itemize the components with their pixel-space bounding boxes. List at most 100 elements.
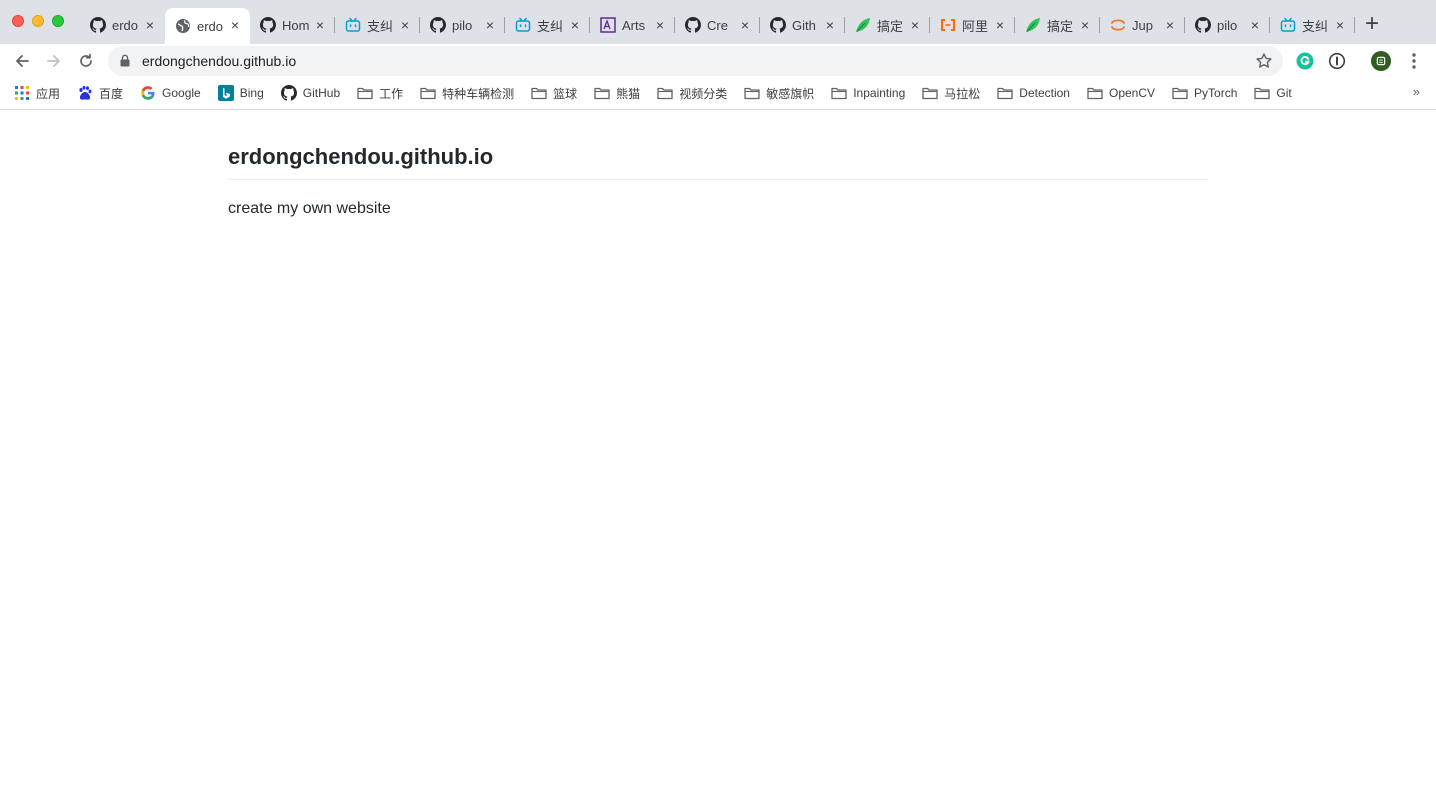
bookmark-item[interactable]: Detection (997, 85, 1070, 101)
bookmark-item[interactable]: 马拉松 (922, 85, 980, 102)
bookmark-item[interactable]: 特种车辆检测 (420, 85, 514, 102)
tab-title: 支纠 (367, 18, 394, 34)
tab-close-button[interactable]: × (398, 18, 412, 32)
zoom-window-button[interactable] (52, 15, 64, 27)
tab-title: 支纠 (537, 18, 564, 34)
tab-title: Jup (1132, 17, 1153, 33)
tab-list: erdo × erdo × Hom × 支纠 × pilo × 支纠 × Arts × Cre × Gith × 搞… (80, 8, 1355, 44)
github-icon (260, 17, 276, 33)
tab-strip: erdo × erdo × Hom × 支纠 × pilo × 支纠 × Arts × Cre × Gith × 搞… (0, 0, 1436, 44)
browser-tab[interactable]: pilo × (1185, 8, 1270, 42)
browser-tab[interactable]: 支纠 × (1270, 8, 1355, 42)
back-button[interactable] (9, 48, 35, 74)
bookmark-item[interactable]: 工作 (357, 85, 403, 102)
folder-icon (357, 85, 373, 101)
bookmark-item[interactable]: GitHub (280, 85, 341, 101)
bookmark-item[interactable]: Google (140, 85, 201, 101)
forward-button[interactable] (41, 48, 67, 74)
profile-avatar-button[interactable] (1371, 51, 1391, 71)
info-circle-icon (1328, 52, 1346, 70)
tab-title: Gith (792, 17, 816, 33)
bookmark-item[interactable]: 百度 (77, 85, 123, 102)
tab-close-button[interactable]: × (143, 18, 157, 32)
tab-close-button[interactable]: × (823, 18, 837, 32)
bookmarks-overflow-button[interactable]: » (1413, 84, 1420, 99)
bookmark-label: OpenCV (1108, 86, 1156, 100)
address-bar[interactable]: erdongchendou.github.io (108, 46, 1283, 76)
folder-icon (744, 85, 760, 101)
tab-close-button[interactable]: × (908, 18, 922, 32)
password-extension-button[interactable] (1327, 51, 1347, 71)
tab-close-button[interactable]: × (483, 18, 497, 32)
arts-icon (600, 17, 616, 33)
grammarly-extension-button[interactable] (1295, 51, 1315, 71)
avatar-icon (1371, 51, 1391, 71)
bookmark-label: Detection (1019, 86, 1070, 100)
bookmark-item[interactable]: Inpainting (831, 85, 905, 101)
bookmark-item[interactable]: 熊猫 (594, 85, 640, 102)
browser-tab[interactable]: erdo × (80, 8, 165, 42)
close-window-button[interactable] (12, 15, 24, 27)
reload-button[interactable] (73, 48, 99, 74)
tab-close-button[interactable]: × (568, 18, 582, 32)
browser-tab[interactable]: Gith × (760, 8, 845, 42)
github-icon (685, 17, 701, 33)
tab-close-button[interactable]: × (1078, 18, 1092, 32)
bookmark-label: GitHub (302, 86, 341, 100)
browser-tab[interactable]: Cre × (675, 8, 760, 42)
tab-close-button[interactable]: × (1248, 18, 1262, 32)
tab-title: 阿里 (962, 18, 989, 34)
bookmark-item[interactable]: 敏感旗帜 (744, 85, 814, 102)
github-icon (1195, 17, 1211, 33)
bilibili-icon (345, 17, 361, 33)
folder-icon (1172, 85, 1188, 101)
browser-tab[interactable]: 阿里 × (930, 8, 1015, 42)
new-tab-button[interactable]: + (1360, 12, 1384, 37)
folder-icon (1254, 85, 1271, 101)
bookmark-item[interactable]: Bing (217, 85, 264, 101)
tab-close-button[interactable]: × (313, 18, 327, 32)
google-icon (140, 85, 156, 101)
browser-tab[interactable]: 支纠 × (335, 8, 420, 42)
minimize-window-button[interactable] (32, 15, 44, 27)
leaf-icon (1025, 17, 1041, 33)
arrow-left-icon (16, 55, 29, 67)
bookmark-item[interactable]: 篮球 (531, 85, 577, 102)
tab-close-button[interactable]: × (228, 18, 242, 32)
bookmark-label: 百度 (99, 86, 124, 101)
bookmark-label: 视频分类 (679, 86, 728, 101)
bing-icon (217, 85, 234, 101)
tab-close-button[interactable]: × (993, 18, 1007, 32)
tab-close-button[interactable]: × (653, 18, 667, 32)
bookmark-label: 敏感旗帜 (766, 86, 815, 101)
bookmark-label: 特种车辆检测 (442, 86, 515, 101)
browser-tab[interactable]: Arts × (590, 8, 675, 42)
page-description: create my own website (228, 200, 391, 217)
bookmark-item[interactable]: 视频分类 (657, 85, 727, 102)
apps-grid-icon (14, 85, 30, 101)
bookmark-label: 马拉松 (944, 86, 981, 101)
tab-close-button[interactable]: × (1333, 18, 1347, 32)
browser-menu-button[interactable] (1404, 51, 1424, 71)
browser-tab[interactable]: 搞定 × (845, 8, 930, 42)
arrow-right-icon (47, 55, 60, 67)
browser-tab[interactable]: erdo × (165, 8, 250, 44)
tab-close-button[interactable]: × (1163, 18, 1177, 32)
browser-tab[interactable]: 支纠 × (505, 8, 590, 42)
bookmark-list: 应用 百度 Google Bing GitHub 工作 特种车辆检测 篮球 熊猫 视频分类 敏感旗帜… (14, 83, 1309, 103)
bookmark-label: 应用 (36, 86, 61, 101)
bookmark-item[interactable]: PyTorch (1172, 85, 1237, 101)
browser-tab[interactable]: pilo × (420, 8, 505, 42)
bookmark-item[interactable]: OpenCV (1087, 85, 1155, 101)
browser-tab[interactable]: Hom × (250, 8, 335, 42)
tab-title: erdo (112, 17, 139, 33)
tab-title: pilo (452, 17, 473, 33)
bookmark-star-icon[interactable] (1255, 52, 1273, 70)
browser-tab[interactable]: Jup × (1100, 8, 1185, 42)
bookmark-item[interactable]: 应用 (14, 85, 60, 102)
browser-tab[interactable]: 搞定 × (1015, 8, 1100, 42)
tab-close-button[interactable]: × (738, 18, 752, 32)
bookmark-label: 工作 (379, 86, 404, 101)
bookmark-item[interactable]: Git (1254, 85, 1292, 101)
tab-title: Cre (707, 17, 728, 33)
